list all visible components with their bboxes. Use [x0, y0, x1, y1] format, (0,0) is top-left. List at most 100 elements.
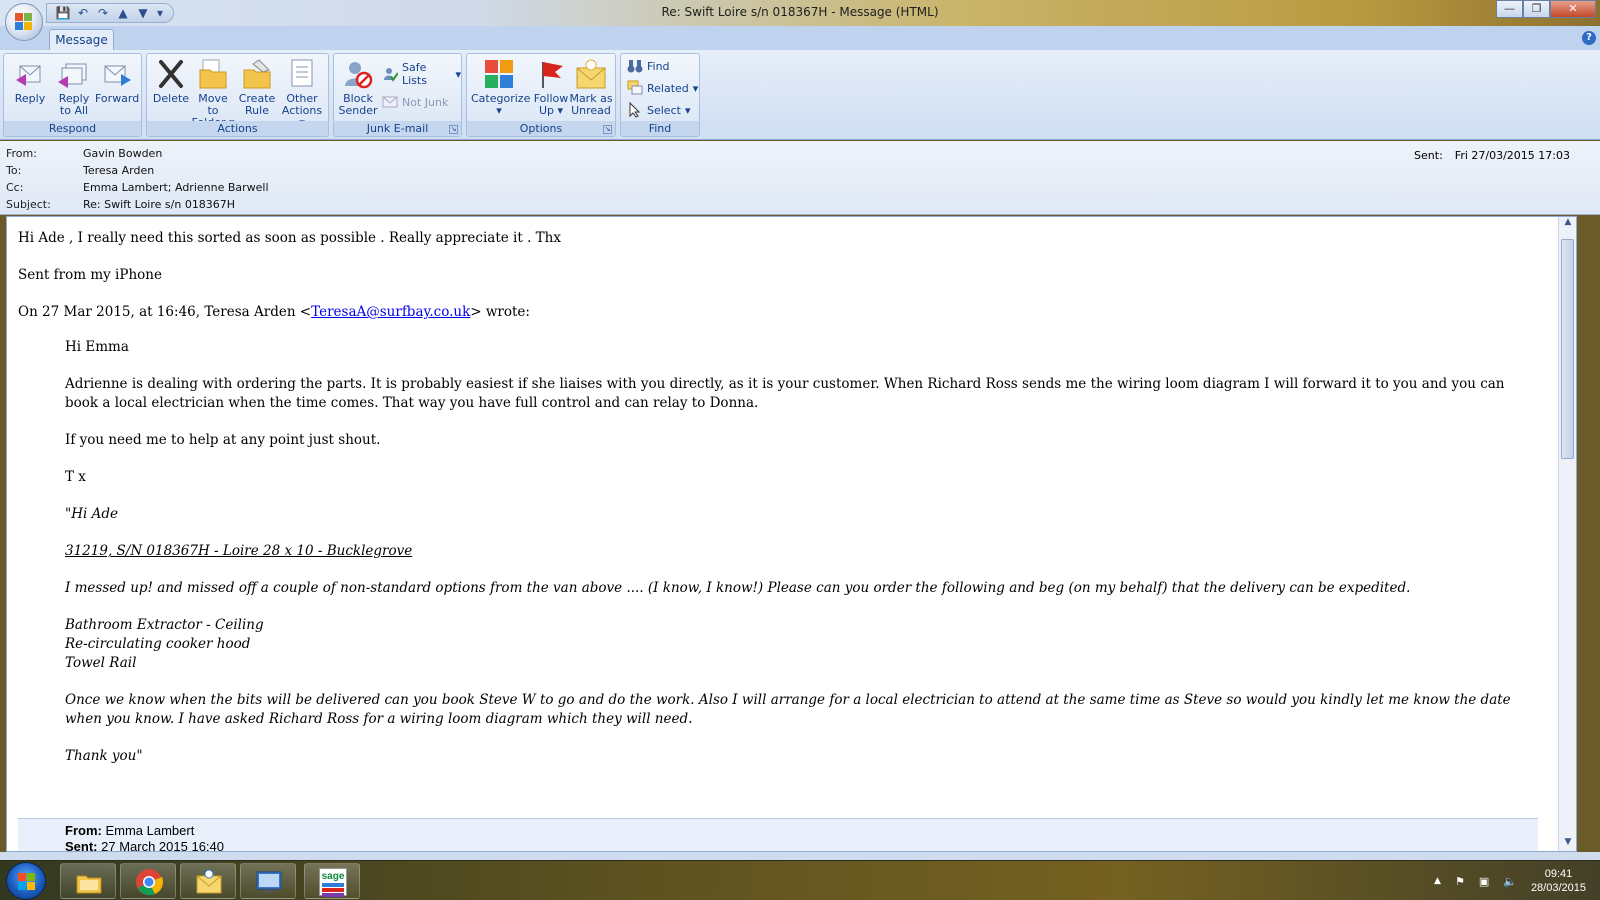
list-item: Re-circulating cooker hood — [65, 636, 251, 652]
to-label: To: — [6, 164, 22, 177]
junk-dialog-launcher[interactable]: ↘ — [449, 125, 458, 134]
safe-lists-button[interactable]: Safe Lists ▾ — [382, 61, 461, 87]
clock[interactable]: 09:41 28/03/2015 — [1531, 867, 1586, 895]
to-row: To: Teresa Arden — [6, 164, 154, 180]
forwarded-from: From: Emma Lambert — [65, 823, 195, 838]
window-title: Re: Swift Loire s/n 018367H - Message (H… — [661, 5, 939, 19]
related-icon — [627, 80, 643, 96]
maximize-button[interactable]: ❐ — [1523, 0, 1550, 18]
create-rule-button[interactable]: Create Rule — [235, 56, 279, 120]
help-icon[interactable]: ? — [1582, 31, 1596, 45]
window-bottom-edge — [0, 852, 1600, 860]
from-label: From: — [6, 147, 37, 160]
group-label-respond: Respond — [4, 121, 141, 136]
redo-icon[interactable]: ↷ — [95, 6, 111, 20]
taskbar-sage[interactable]: sage — [304, 863, 360, 899]
quoted-signature: T x — [65, 469, 86, 485]
mark-as-unread-button[interactable]: Mark as Unread — [569, 56, 613, 120]
group-label-options: Options — [467, 121, 615, 136]
customize-icon[interactable]: ▾ — [155, 6, 165, 20]
taskbar-outlook[interactable] — [180, 863, 236, 899]
action-center-flag-icon[interactable]: ⚑ — [1455, 875, 1465, 888]
unread-envelope-icon — [575, 58, 607, 90]
from-row: From: Gavin Bowden — [6, 147, 162, 163]
sent-label: Sent: — [1414, 149, 1443, 162]
vertical-scrollbar[interactable]: ▲ ▼ — [1558, 217, 1576, 851]
forward-button[interactable]: Forward — [95, 56, 139, 120]
taskbar: sage ▲ ⚑ ▣ 🔈 09:41 28/03/2015 — [0, 860, 1600, 900]
minimize-button[interactable]: — — [1496, 0, 1523, 18]
tab-message[interactable]: Message — [49, 29, 114, 51]
quoted-message: Hi Emma Adrienne is dealing with orderin… — [65, 338, 1515, 766]
group-junk-email: Block Sender Safe Lists ▾ Not Junk Junk E… — [333, 53, 462, 137]
title-bar: 💾 ↶ ↷ ▲ ▼ ▾ Re: Swift Loire s/n 018367H … — [0, 0, 1600, 26]
select-button[interactable]: Select ▾ — [627, 100, 690, 120]
save-icon[interactable]: 💾 — [55, 6, 71, 20]
reply-all-icon — [58, 58, 90, 90]
reply-icon — [14, 58, 46, 90]
taskbar-remote-desktop[interactable] — [240, 863, 296, 899]
sent-value: Fri 27/03/2015 17:03 — [1454, 149, 1570, 162]
close-button[interactable]: ✕ — [1550, 0, 1596, 18]
undo-icon[interactable]: ↶ — [75, 6, 91, 20]
quoted-paragraph: If you need me to help at any point just… — [65, 432, 381, 448]
next-item-icon[interactable]: ▼ — [135, 6, 151, 20]
outlook-icon — [195, 868, 223, 896]
clock-time: 09:41 — [1544, 868, 1573, 880]
related-button[interactable]: Related ▾ — [627, 78, 698, 98]
volume-icon[interactable]: 🔈 — [1503, 875, 1517, 888]
previous-item-icon[interactable]: ▲ — [115, 6, 131, 20]
quoted-paragraph: Adrienne is dealing with ordering the pa… — [65, 376, 1505, 411]
forward-icon — [101, 58, 133, 90]
safe-lists-icon — [382, 66, 399, 82]
forwarded-sent: Sent: 27 March 2015 16:40 — [65, 839, 224, 852]
categorize-button[interactable]: Categorize ▾ — [471, 56, 530, 120]
options-dialog-launcher[interactable]: ↘ — [603, 125, 612, 134]
flag-icon — [535, 58, 567, 90]
show-hidden-icons-icon[interactable]: ▲ — [1434, 876, 1441, 886]
remote-desktop-icon — [255, 868, 283, 896]
group-find: Find Related ▾ Select ▾ Find — [620, 53, 700, 137]
message-body[interactable]: Hi Ade , I really need this sorted as so… — [6, 216, 1577, 852]
scrollbar-thumb[interactable] — [1561, 239, 1574, 459]
sent-field: Sent: Fri 27/03/2015 17:03 — [1414, 149, 1570, 162]
explorer-icon — [75, 868, 103, 896]
chrome-icon — [135, 868, 163, 896]
subject-label: Subject: — [6, 198, 51, 211]
inner-reference: 31219, S/N 018367H - Loire 28 x 10 - Buc… — [65, 543, 413, 559]
group-label-actions: Actions — [147, 121, 328, 136]
not-junk-button[interactable]: Not Junk — [382, 92, 448, 112]
not-junk-icon — [382, 94, 398, 110]
follow-up-button[interactable]: Follow Up ▾ — [529, 56, 573, 120]
forwarded-header: From: Emma Lambert Sent: 27 March 2015 1… — [18, 818, 1538, 852]
reply-all-button[interactable]: Reply to All — [52, 56, 96, 120]
taskbar-chrome[interactable] — [120, 863, 176, 899]
find-button[interactable]: Find — [627, 56, 670, 76]
body-line: Hi Ade , I really need this sorted as so… — [18, 230, 561, 246]
to-value[interactable]: Teresa Arden — [83, 164, 154, 180]
list-item: Towel Rail — [65, 655, 137, 671]
binoculars-icon — [627, 58, 643, 74]
message-body-content: Hi Ade , I really need this sorted as so… — [18, 217, 1558, 784]
email-link[interactable]: TeresaA@surfbay.co.uk — [311, 304, 470, 320]
other-actions-button[interactable]: Other Actions ▾ — [280, 56, 324, 129]
inner-paragraph: Once we know when the bits will be deliv… — [65, 692, 1511, 727]
reply-button[interactable]: Reply — [8, 56, 52, 120]
network-icon[interactable]: ▣ — [1479, 875, 1489, 888]
system-tray: ▲ ⚑ ▣ 🔈 09:41 28/03/2015 — [1434, 861, 1600, 900]
start-button[interactable] — [6, 862, 46, 900]
scroll-down-arrow-icon[interactable]: ▼ — [1559, 837, 1576, 851]
group-options: Categorize ▾ Follow Up ▾ Mark as Unread … — [466, 53, 616, 137]
move-to-folder-button[interactable]: Move to Folder ▾ — [191, 56, 235, 129]
office-logo-icon — [15, 13, 33, 31]
from-value[interactable]: Gavin Bowden — [83, 147, 162, 163]
block-sender-button[interactable]: Block Sender — [336, 56, 380, 120]
delete-button[interactable]: Delete — [149, 56, 193, 120]
office-button[interactable] — [5, 3, 43, 41]
taskbar-explorer[interactable] — [60, 863, 116, 899]
cc-value[interactable]: Emma Lambert; Adrienne Barwell — [83, 181, 269, 197]
folder-icon — [197, 58, 229, 90]
scroll-up-arrow-icon[interactable]: ▲ — [1559, 217, 1576, 231]
inner-items: Bathroom Extractor - Ceiling Re-circulat… — [65, 616, 1515, 673]
cc-label: Cc: — [6, 181, 24, 194]
